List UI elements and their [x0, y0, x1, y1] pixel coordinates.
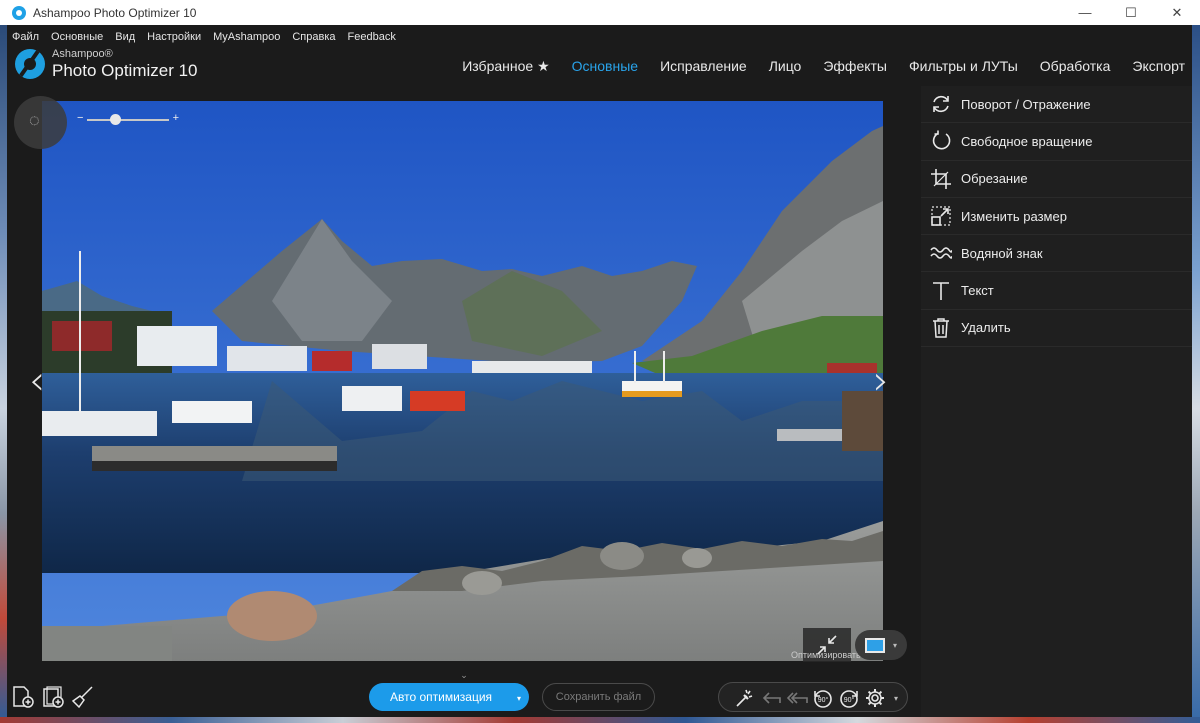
tool-panel: Поворот / Отражение Свободное вращение О… — [921, 86, 1192, 717]
zoom-track — [87, 119, 169, 121]
main-tabs: Избранное ★ Основные Исправление Лицо Эф… — [440, 58, 1185, 75]
tool-text[interactable]: Текст — [921, 272, 1192, 310]
tool-label: Удалить — [961, 320, 1011, 336]
tab-processing[interactable]: Обработка — [1040, 58, 1111, 75]
save-file-button[interactable]: Сохранить файл — [542, 683, 655, 711]
navigator-icon: ◌ — [29, 110, 40, 130]
undo-all-icon[interactable] — [785, 686, 809, 710]
delete-icon — [930, 317, 952, 339]
menu-myashampoo[interactable]: MyAshampoo — [213, 31, 280, 43]
text-icon — [930, 280, 952, 302]
app-logo: Ashampoo® Photo Optimizer 10 — [15, 49, 198, 79]
menu-feedback[interactable]: Feedback — [348, 31, 396, 43]
menu-file[interactable]: Файл — [12, 31, 39, 43]
panel-collapse-icon[interactable]: ⌄ — [457, 671, 471, 680]
logo-brand: Ashampoo® — [52, 48, 113, 60]
minimize-button[interactable]: — — [1062, 0, 1108, 25]
clear-brush-icon[interactable] — [70, 684, 96, 710]
menu-bar: Файл Основные Вид Настройки MyAshampoo С… — [7, 27, 408, 47]
rotate-right-90-icon[interactable]: 90° — [837, 686, 861, 710]
tab-favorites[interactable]: Избранное ★ — [462, 58, 549, 75]
previous-image-button[interactable]: ‹ — [29, 358, 45, 404]
menu-settings[interactable]: Настройки — [147, 31, 201, 43]
zoom-in-icon[interactable]: + — [173, 112, 179, 124]
auto-optimize-label: Авто оптимизация — [390, 690, 493, 704]
edit-actions-group: 90° 90° ▾ — [718, 682, 908, 712]
desktop-background-bottom — [0, 717, 1200, 723]
tab-face[interactable]: Лицо — [769, 58, 802, 75]
gear-icon[interactable] — [863, 686, 887, 710]
edit-actions-caret-icon[interactable]: ▾ — [887, 686, 905, 710]
menu-help[interactable]: Справка — [292, 31, 335, 43]
rotate-left-90-icon[interactable]: 90° — [811, 686, 835, 710]
tool-label: Обрезание — [961, 171, 1028, 187]
magic-wand-icon[interactable] — [733, 686, 757, 710]
tool-watermark[interactable]: Водяной знак — [921, 235, 1192, 273]
tool-crop[interactable]: Обрезание — [921, 161, 1192, 198]
window-title: Ashampoo Photo Optimizer 10 — [33, 5, 197, 20]
screen-icon — [865, 637, 885, 653]
window-controls: — ☐ ✕ — [1062, 0, 1200, 25]
tool-label: Свободное вращение — [961, 133, 1093, 149]
logo-product: Photo Optimizer 10 — [52, 61, 198, 80]
desktop-background-left — [0, 25, 7, 723]
add-image-icon[interactable] — [10, 684, 36, 710]
close-button[interactable]: ✕ — [1154, 0, 1200, 25]
navigator-button[interactable]: ◌ — [14, 96, 67, 149]
view-mode-button[interactable]: ▾ — [855, 630, 907, 660]
bottom-toolbar: Авто оптимизация ▾ Сохранить файл 90° 90… — [7, 680, 914, 717]
add-folder-icon[interactable] — [40, 684, 66, 710]
landscape-photo — [42, 101, 883, 661]
zoom-out-icon[interactable]: − — [77, 112, 83, 124]
auto-optimize-button[interactable]: Авто оптимизация ▾ — [369, 683, 529, 711]
view-mode-caret-icon: ▾ — [893, 640, 898, 650]
svg-text:90°: 90° — [818, 696, 829, 704]
tool-label: Текст — [961, 283, 994, 299]
title-bar: Ashampoo Photo Optimizer 10 — ☐ ✕ — [0, 0, 1200, 25]
rotate-flip-icon — [930, 93, 952, 115]
image-stage: ◌ − + ‹ › Оптимизировать ▾ — [7, 88, 914, 670]
tab-correction[interactable]: Исправление — [660, 58, 747, 75]
free-rotate-icon — [930, 130, 952, 152]
tool-label: Поворот / Отражение — [961, 96, 1091, 112]
tab-basic[interactable]: Основные — [572, 58, 638, 75]
compare-controls: Оптимизировать ▾ — [791, 628, 907, 662]
photo-preview[interactable] — [42, 101, 883, 661]
menu-basic[interactable]: Основные — [51, 31, 103, 43]
tab-export[interactable]: Экспорт — [1132, 58, 1185, 75]
resize-icon — [930, 205, 952, 227]
tool-delete[interactable]: Удалить — [921, 310, 1192, 348]
zoom-slider[interactable]: − + — [77, 112, 179, 126]
watermark-icon — [930, 242, 952, 264]
tab-filters-luts[interactable]: Фильтры и ЛУТы — [909, 58, 1018, 75]
tool-free-rotate[interactable]: Свободное вращение — [921, 123, 1192, 161]
app-window: Ashampoo Photo Optimizer 10 — ☐ ✕ Файл О… — [0, 0, 1200, 717]
aperture-logo-icon — [15, 49, 45, 79]
auto-optimize-caret-icon[interactable]: ▾ — [517, 694, 521, 703]
tool-label: Водяной знак — [961, 245, 1043, 261]
undo-icon[interactable] — [759, 686, 783, 710]
tool-rotate-flip[interactable]: Поворот / Отражение — [921, 86, 1192, 124]
tab-effects[interactable]: Эффекты — [823, 58, 887, 75]
next-image-button[interactable]: › — [873, 358, 889, 404]
menu-view[interactable]: Вид — [115, 31, 135, 43]
app-icon — [12, 5, 26, 20]
crop-icon — [930, 168, 952, 190]
save-file-label: Сохранить файл — [555, 691, 642, 703]
tool-label: Изменить размер — [961, 208, 1067, 224]
desktop-background-right — [1192, 25, 1200, 723]
svg-text:90°: 90° — [844, 696, 855, 704]
maximize-button[interactable]: ☐ — [1108, 0, 1154, 25]
zoom-knob[interactable] — [110, 114, 122, 125]
optimize-preview-label: Оптимизировать — [791, 650, 861, 660]
tool-resize[interactable]: Изменить размер — [921, 198, 1192, 236]
